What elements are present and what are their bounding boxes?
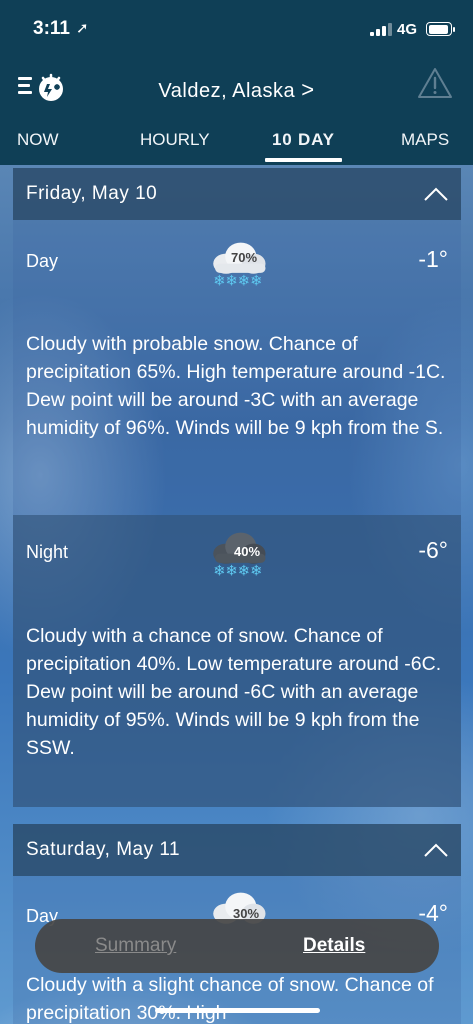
network-type: 4G xyxy=(397,21,418,38)
status-bar: 3:11 ➚ 4G xyxy=(0,0,473,60)
location-name: Valdez, Alaska xyxy=(158,80,296,102)
day-date: Friday, May 10 xyxy=(26,183,158,204)
active-tab-indicator xyxy=(265,158,342,162)
period-description: Cloudy with a chance of snow. Chance of … xyxy=(26,625,442,759)
summary-details-toggle: Summary Details xyxy=(35,919,439,973)
period-temperature: -1° xyxy=(418,246,448,272)
cellular-signal-icon xyxy=(370,23,392,36)
forecast-period-night: Night ❄❄❄❄ 40% -6° Cloudy with a chance … xyxy=(13,515,461,807)
warning-icon xyxy=(418,68,452,98)
app-header: Valdez, Alaska > xyxy=(0,60,473,118)
period-label: Day xyxy=(26,251,59,271)
location-chevron-icon: > xyxy=(301,77,315,102)
alerts-button[interactable] xyxy=(416,66,454,100)
tab-10-day[interactable]: 10 DAY xyxy=(272,130,335,150)
period-description: Cloudy with a slight chance of snow. Cha… xyxy=(26,974,434,1024)
day-header-friday[interactable]: Friday, May 10 xyxy=(13,168,461,220)
tab-maps[interactable]: MAPS xyxy=(401,130,449,150)
battery-icon xyxy=(426,22,455,36)
view-tabs: NOW HOURLY 10 DAY MAPS xyxy=(0,118,473,165)
details-button[interactable]: Details xyxy=(303,935,365,957)
forecast-period-day: Day ❄❄❄❄ 70% -1° Cloudy with probable sn… xyxy=(13,220,461,515)
cloud-snow-icon: ❄❄❄❄ xyxy=(213,242,266,290)
period-temperature: -6° xyxy=(418,537,448,563)
period-description: Cloudy with probable snow. Chance of pre… xyxy=(26,333,446,439)
chevron-up-icon[interactable] xyxy=(423,842,449,858)
chevron-up-icon[interactable] xyxy=(423,186,449,202)
day-date: Saturday, May 11 xyxy=(26,839,181,860)
location-selector[interactable]: Valdez, Alaska > xyxy=(0,77,473,103)
svg-text:❄❄❄❄: ❄❄❄❄ xyxy=(213,273,262,290)
tab-now[interactable]: NOW xyxy=(17,130,59,150)
period-label: Night xyxy=(26,542,69,562)
home-indicator[interactable] xyxy=(155,1008,320,1013)
precip-badge: 40% xyxy=(234,544,261,559)
location-services-icon: ➚ xyxy=(76,20,89,37)
status-time: 3:11 xyxy=(33,18,70,39)
summary-button[interactable]: Summary xyxy=(95,935,176,957)
day-header-saturday[interactable]: Saturday, May 11 xyxy=(13,824,461,876)
svg-text:❄❄❄❄: ❄❄❄❄ xyxy=(213,563,262,580)
precip-badge: 70% xyxy=(231,250,258,265)
tab-hourly[interactable]: HOURLY xyxy=(140,130,210,150)
